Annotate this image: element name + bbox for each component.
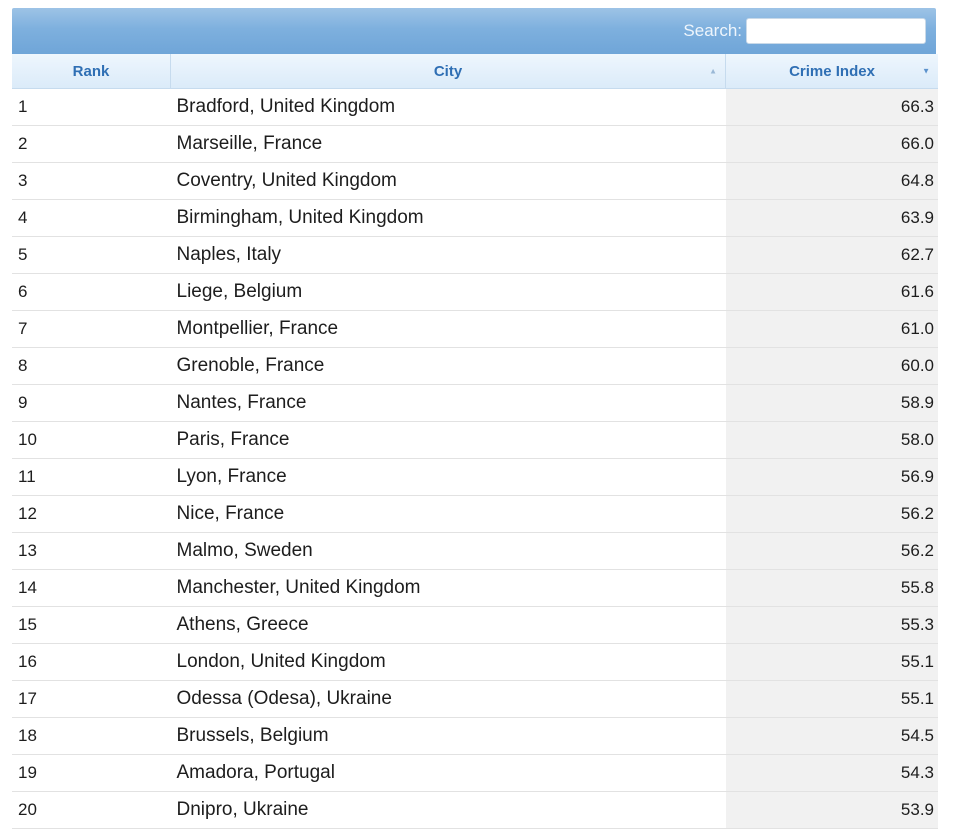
table-row: 1 Bradford, United Kingdom 66.3	[12, 88, 938, 126]
rank-cell: 14	[12, 569, 171, 607]
crime-index-cell: 62.7	[725, 236, 938, 274]
rank-cell: 4	[12, 199, 171, 237]
city-cell: Lyon, France	[170, 458, 726, 496]
city-cell: London, United Kingdom	[170, 643, 726, 681]
table-row: 16 London, United Kingdom 55.1	[12, 643, 938, 681]
city-cell: Dnipro, Ukraine	[170, 791, 726, 829]
city-cell: Bradford, United Kingdom	[170, 88, 726, 126]
search-bar: Search:	[12, 8, 936, 54]
rank-cell: 20	[12, 791, 171, 829]
column-header-crime-index-label: Crime Index	[789, 62, 875, 80]
city-cell: Amadora, Portugal	[170, 754, 726, 792]
ranking-table: Rank City ▲ Crime Index ▼ 1 Bradford, Uni…	[12, 54, 938, 829]
city-cell: Malmo, Sweden	[170, 532, 726, 570]
table-row: 18 Brussels, Belgium 54.5	[12, 717, 938, 755]
search-input[interactable]	[746, 18, 926, 44]
rank-cell: 19	[12, 754, 171, 792]
city-cell: Liege, Belgium	[170, 273, 726, 311]
crime-index-cell: 60.0	[725, 347, 938, 385]
table-row: 8 Grenoble, France 60.0	[12, 347, 938, 385]
crime-index-cell: 56.2	[725, 495, 938, 533]
city-cell: Coventry, United Kingdom	[170, 162, 726, 200]
rank-cell: 7	[12, 310, 171, 348]
crime-index-cell: 63.9	[725, 199, 938, 237]
rank-cell: 18	[12, 717, 171, 755]
crime-index-cell: 54.3	[725, 754, 938, 792]
rank-cell: 12	[12, 495, 171, 533]
rank-cell: 6	[12, 273, 171, 311]
table-row: 9 Nantes, France 58.9	[12, 384, 938, 422]
crime-index-cell: 55.3	[725, 606, 938, 644]
crime-index-cell: 56.9	[725, 458, 938, 496]
crime-index-cell: 56.2	[725, 532, 938, 570]
table-row: 14 Manchester, United Kingdom 55.8	[12, 569, 938, 607]
table-row: 17 Odessa (Odesa), Ukraine 55.1	[12, 680, 938, 718]
city-cell: Paris, France	[170, 421, 726, 459]
search-label: Search:	[683, 21, 742, 40]
crime-index-cell: 64.8	[725, 162, 938, 200]
city-cell: Montpellier, France	[170, 310, 726, 348]
sort-descending-icon: ▼	[922, 66, 930, 76]
crime-index-cell: 55.1	[725, 680, 938, 718]
rank-cell: 17	[12, 680, 171, 718]
crime-index-cell: 66.3	[725, 88, 938, 126]
city-cell: Manchester, United Kingdom	[170, 569, 726, 607]
city-cell: Odessa (Odesa), Ukraine	[170, 680, 726, 718]
city-cell: Grenoble, France	[170, 347, 726, 385]
rank-cell: 13	[12, 532, 171, 570]
rank-cell: 16	[12, 643, 171, 681]
header-row: Rank City ▲ Crime Index ▼	[12, 54, 938, 89]
crime-index-cell: 54.5	[725, 717, 938, 755]
crime-index-cell: 55.1	[725, 643, 938, 681]
table-row: 6 Liege, Belgium 61.6	[12, 273, 938, 311]
crime-index-cell: 61.0	[725, 310, 938, 348]
crime-index-cell: 53.9	[725, 791, 938, 829]
table-header: Rank City ▲ Crime Index ▼	[12, 54, 938, 89]
column-header-rank[interactable]: Rank	[12, 54, 171, 89]
crime-index-cell: 61.6	[725, 273, 938, 311]
table-body: 1 Bradford, United Kingdom 66.3 2 Marseille,…	[12, 88, 938, 829]
city-cell: Nantes, France	[170, 384, 726, 422]
city-cell: Brussels, Belgium	[170, 717, 726, 755]
rank-cell: 9	[12, 384, 171, 422]
table-row: 10 Paris, France 58.0	[12, 421, 938, 459]
table-row: 3 Coventry, United Kingdom 64.8	[12, 162, 938, 200]
crime-index-table-widget: Search: Rank City ▲ Crime Index ▼ 1 Bradf…	[12, 8, 938, 829]
crime-index-cell: 66.0	[725, 125, 938, 163]
table-row: 12 Nice, France 56.2	[12, 495, 938, 533]
city-cell: Marseille, France	[170, 125, 726, 163]
table-row: 5 Naples, Italy 62.7	[12, 236, 938, 274]
table-row: 20 Dnipro, Ukraine 53.9	[12, 791, 938, 829]
sort-ascending-icon: ▲	[709, 66, 717, 76]
column-header-city[interactable]: City ▲	[170, 54, 726, 89]
table-row: 2 Marseille, France 66.0	[12, 125, 938, 163]
table-row: 11 Lyon, France 56.9	[12, 458, 938, 496]
city-cell: Nice, France	[170, 495, 726, 533]
city-cell: Birmingham, United Kingdom	[170, 199, 726, 237]
column-header-city-label: City	[433, 62, 463, 80]
table-row: 19 Amadora, Portugal 54.3	[12, 754, 938, 792]
table-row: 4 Birmingham, United Kingdom 63.9	[12, 199, 938, 237]
crime-index-cell: 55.8	[725, 569, 938, 607]
rank-cell: 10	[12, 421, 171, 459]
rank-cell: 5	[12, 236, 171, 274]
table-row: 7 Montpellier, France 61.0	[12, 310, 938, 348]
rank-cell: 1	[12, 88, 171, 126]
crime-index-cell: 58.0	[725, 421, 938, 459]
crime-index-cell: 58.9	[725, 384, 938, 422]
city-cell: Athens, Greece	[170, 606, 726, 644]
rank-cell: 3	[12, 162, 171, 200]
column-header-rank-label: Rank	[72, 62, 110, 80]
table-row: 13 Malmo, Sweden 56.2	[12, 532, 938, 570]
city-cell: Naples, Italy	[170, 236, 726, 274]
table-row: 15 Athens, Greece 55.3	[12, 606, 938, 644]
rank-cell: 11	[12, 458, 171, 496]
column-header-crime-index[interactable]: Crime Index ▼	[725, 54, 938, 89]
rank-cell: 2	[12, 125, 171, 163]
rank-cell: 15	[12, 606, 171, 644]
rank-cell: 8	[12, 347, 171, 385]
